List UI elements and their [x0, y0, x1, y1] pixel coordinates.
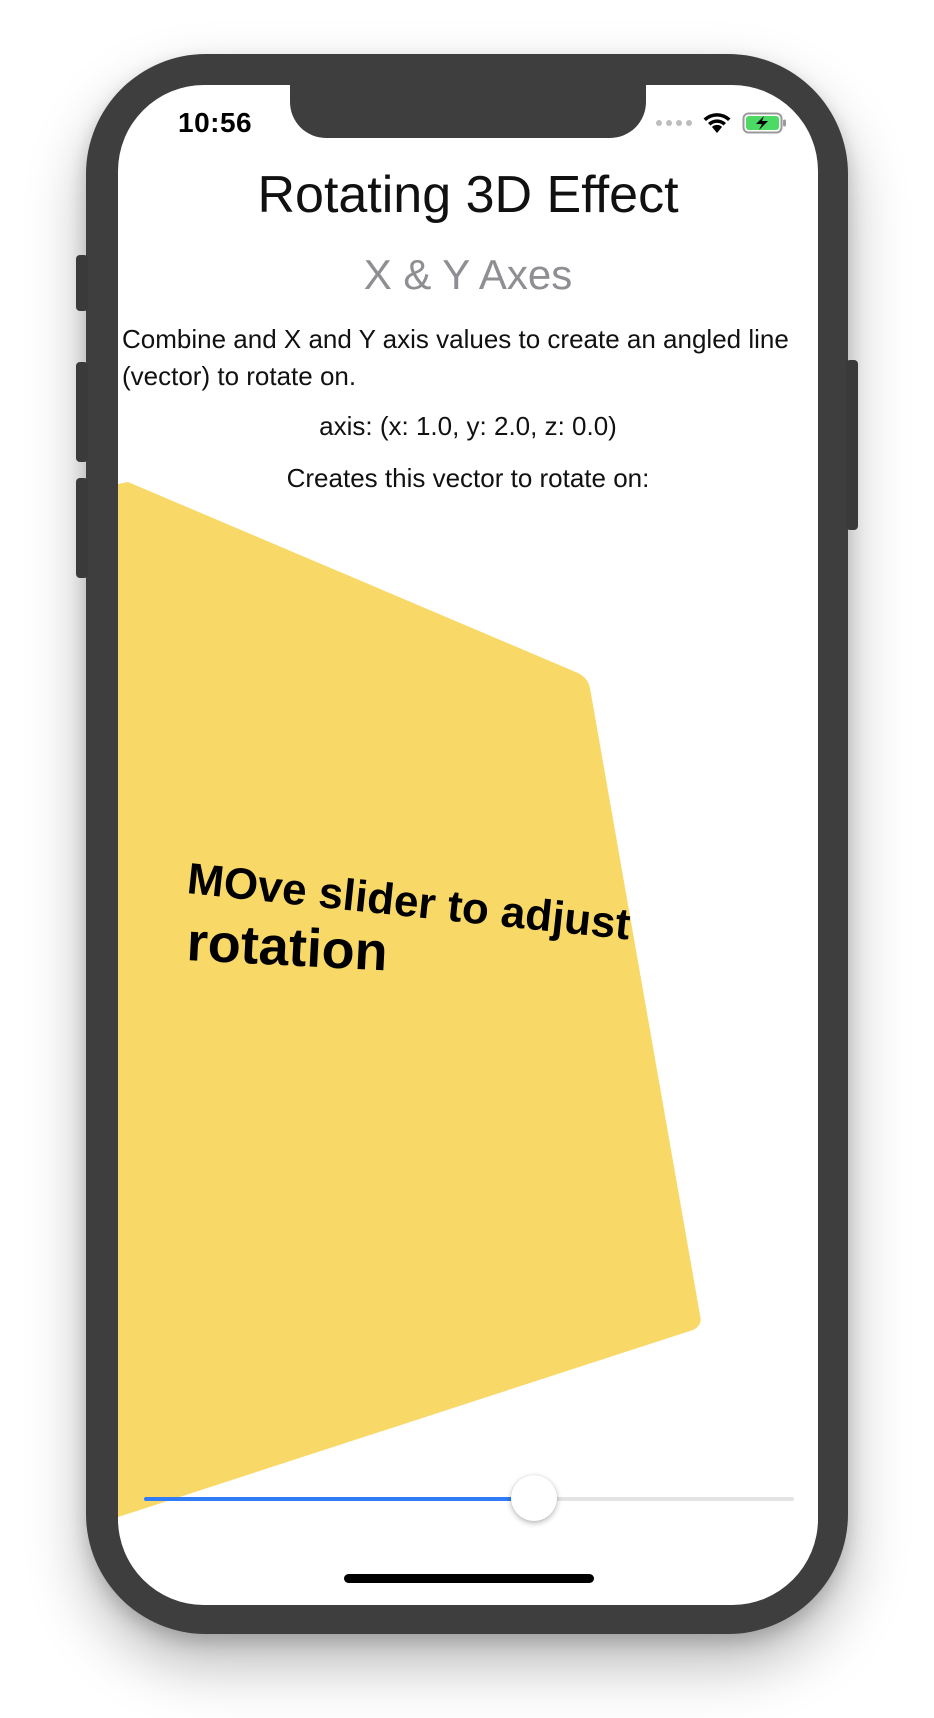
card-shape — [118, 482, 701, 1517]
page-subtitle: X & Y Axes — [363, 251, 573, 298]
rotation-slider[interactable] — [144, 1475, 794, 1525]
notch — [290, 85, 646, 138]
status-time: 10:56 — [178, 107, 253, 138]
slider-fill — [144, 1497, 534, 1501]
vector-caption: Creates this vector to rotate on: — [286, 463, 650, 493]
mute-switch — [76, 255, 88, 311]
home-indicator — [344, 1574, 594, 1583]
slider-thumb[interactable] — [511, 1475, 557, 1521]
battery-charging-icon — [742, 112, 786, 134]
power-button — [846, 360, 858, 530]
volume-up-button — [76, 362, 88, 462]
device-mockup: 10:56 MOve slider to adjust rotation Rot… — [0, 0, 934, 1718]
wifi-icon — [703, 113, 731, 133]
volume-down-button — [76, 478, 88, 578]
app-screen: 10:56 MOve slider to adjust rotation Rot… — [118, 85, 818, 1605]
axis-values-text: axis: (x: 1.0, y: 2.0, z: 0.0) — [319, 411, 617, 441]
cellular-dots-icon — [656, 120, 692, 126]
card-text-line2: rotation — [185, 912, 389, 982]
status-icons — [656, 111, 788, 135]
rotating-card: MOve slider to adjust rotation — [118, 482, 701, 1517]
description-text: Combine and X and Y axis values to creat… — [122, 324, 789, 391]
page-title: Rotating 3D Effect — [257, 166, 679, 224]
